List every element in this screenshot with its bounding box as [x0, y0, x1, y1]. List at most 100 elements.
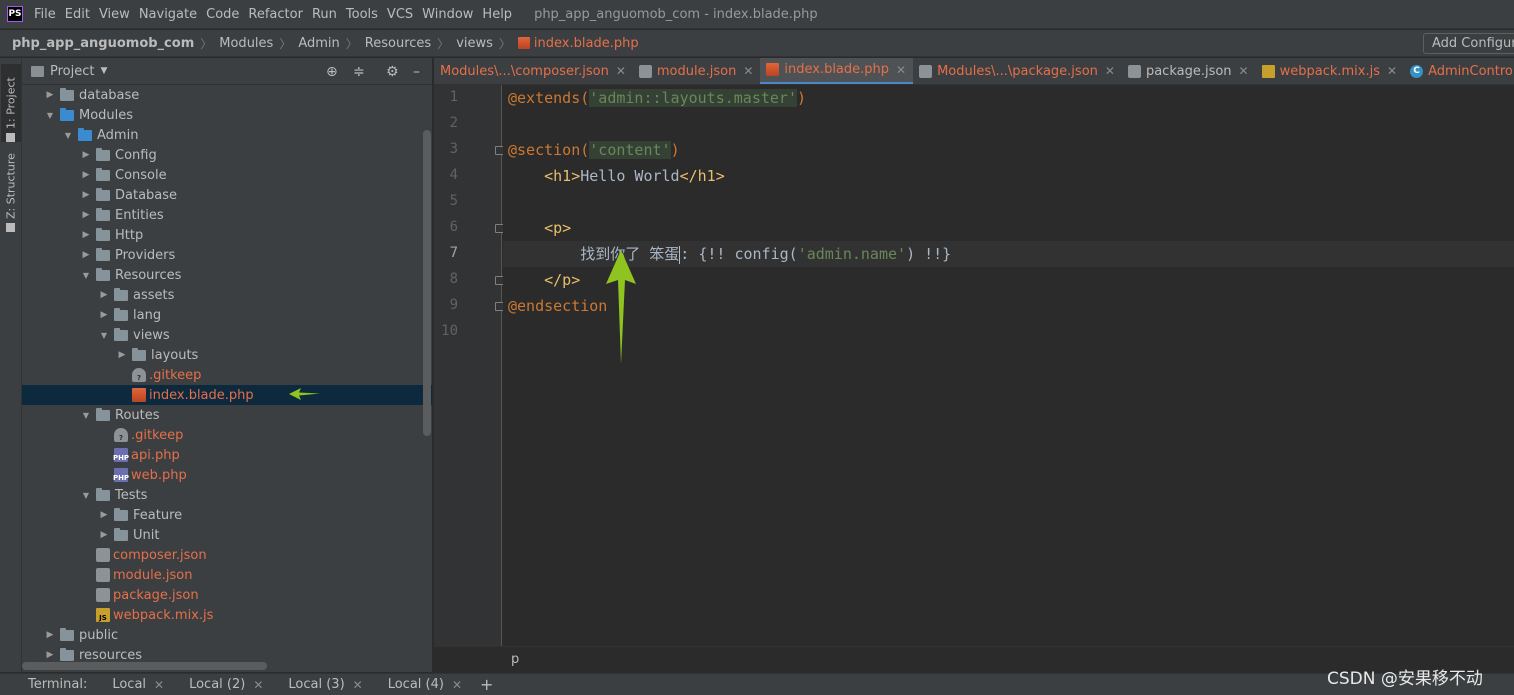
breadcrumb-item[interactable]: Admin — [298, 36, 339, 51]
chevron-down-icon[interactable]: ▼ — [44, 111, 56, 120]
tree-folder[interactable]: ▼ Resources — [22, 265, 432, 285]
project-tool-tab[interactable]: 1: Project — [1, 64, 21, 142]
close-icon[interactable]: ✕ — [616, 64, 626, 78]
breadcrumb-item[interactable]: views — [456, 36, 493, 51]
chevron-right-icon[interactable]: ▶ — [44, 90, 56, 100]
collapse-all-icon[interactable]: ≑ — [353, 64, 365, 80]
tree-folder[interactable]: ▶ Database — [22, 185, 432, 205]
chevron-right-icon[interactable]: ▶ — [80, 190, 92, 200]
editor-tab[interactable]: webpack.mix.js ✕ — [1256, 58, 1404, 84]
tree-folder[interactable]: ▶ lang — [22, 305, 432, 325]
chevron-right-icon[interactable]: ▶ — [80, 210, 92, 220]
breadcrumb-file[interactable]: index.blade.php — [517, 36, 639, 51]
close-icon[interactable]: ✕ — [1105, 64, 1115, 78]
tree-folder[interactable]: ▼ Tests — [22, 485, 432, 505]
tree-file[interactable]: ▶package.json — [22, 585, 432, 605]
editor-tab[interactable]: module.json ✕ — [633, 58, 761, 84]
chevron-right-icon[interactable]: ▶ — [98, 290, 110, 300]
chevron-right-icon[interactable]: ▶ — [80, 250, 92, 260]
breadcrumb-item[interactable]: Resources — [365, 36, 431, 51]
terminal-tab[interactable]: Local (2) ✕ — [189, 677, 263, 692]
close-icon[interactable]: ✕ — [154, 678, 164, 692]
add-configuration-button[interactable]: Add Configuration... — [1423, 33, 1514, 54]
tree-folder[interactable]: ▶ Entities — [22, 205, 432, 225]
tree-folder[interactable]: ▶ layouts — [22, 345, 432, 365]
tree-folder[interactable]: ▶ Providers — [22, 245, 432, 265]
tree-folder[interactable]: ▼ views — [22, 325, 432, 345]
breadcrumb-item[interactable]: Modules — [219, 36, 273, 51]
tree-file[interactable]: ▶?.gitkeep — [22, 365, 432, 385]
tree-folder[interactable]: ▶ Console — [22, 165, 432, 185]
code-editor[interactable]: @extends('admin::layouts.master') @sectio… — [503, 85, 1514, 646]
tree-folder[interactable]: ▶ assets — [22, 285, 432, 305]
chevron-right-icon[interactable]: ▶ — [44, 630, 56, 640]
chevron-right-icon[interactable]: ▶ — [44, 650, 56, 660]
editor-tab[interactable]: Modules\...\composer.json ✕ — [434, 58, 633, 84]
chevron-down-icon[interactable]: ▼ — [62, 131, 74, 140]
tree-folder[interactable]: ▼ Routes — [22, 405, 432, 425]
hide-panel-icon[interactable]: – — [413, 64, 420, 80]
terminal-tab[interactable]: Local (4) ✕ — [388, 677, 462, 692]
close-icon[interactable]: ✕ — [1239, 64, 1249, 78]
tree-folder[interactable]: ▶ Unit — [22, 525, 432, 545]
locate-file-icon[interactable]: ⊕ — [326, 64, 338, 80]
chevron-right-icon[interactable]: ▶ — [80, 230, 92, 240]
close-icon[interactable]: ✕ — [896, 63, 906, 77]
close-icon[interactable]: ✕ — [253, 678, 263, 692]
chevron-right-icon[interactable]: ▶ — [116, 350, 128, 360]
close-icon[interactable]: ✕ — [1387, 64, 1397, 78]
tree-file[interactable]: ▶PHPweb.php — [22, 465, 432, 485]
menu-vcs[interactable]: VCS — [387, 7, 413, 22]
new-terminal-button[interactable]: + — [480, 675, 493, 694]
tree-folder[interactable]: ▶ Http — [22, 225, 432, 245]
tree-folder[interactable]: ▶ Config — [22, 145, 432, 165]
close-icon[interactable]: ✕ — [452, 678, 462, 692]
structure-tool-tab[interactable]: Z: Structure — [1, 150, 21, 232]
chevron-right-icon[interactable]: ▶ — [98, 510, 110, 520]
tree-folder[interactable]: ▶ Feature — [22, 505, 432, 525]
tree-file[interactable]: ▶module.json — [22, 565, 432, 585]
tree-folder[interactable]: ▼ Admin — [22, 125, 432, 145]
terminal-tab[interactable]: Local ✕ — [112, 677, 164, 692]
menu-window[interactable]: Window — [422, 7, 473, 22]
tree-folder[interactable]: ▼ Modules — [22, 105, 432, 125]
terminal-tab[interactable]: Local (3) ✕ — [288, 677, 362, 692]
menu-edit[interactable]: Edit — [65, 7, 90, 22]
chevron-right-icon[interactable]: ▶ — [98, 530, 110, 540]
editor-tab[interactable]: package.json ✕ — [1122, 58, 1256, 84]
vertical-scrollbar[interactable] — [423, 130, 431, 436]
chevron-right-icon[interactable]: ▶ — [98, 310, 110, 320]
editor-breadcrumb-item[interactable]: p — [511, 652, 519, 667]
close-icon[interactable]: ✕ — [353, 678, 363, 692]
tree-file[interactable]: ▶index.blade.php — [22, 385, 432, 405]
tree-file[interactable]: ▶composer.json — [22, 545, 432, 565]
tree-file[interactable]: ▶JSwebpack.mix.js — [22, 605, 432, 625]
menu-refactor[interactable]: Refactor — [248, 7, 303, 22]
breadcrumb-item[interactable]: php_app_anguomob_com — [12, 36, 194, 51]
tree-folder[interactable]: ▶ database — [22, 85, 432, 105]
chevron-down-icon[interactable]: ▼ — [80, 271, 92, 280]
chevron-down-icon[interactable]: ▼ — [80, 411, 92, 420]
chevron-down-icon[interactable]: ▼ — [80, 491, 92, 500]
editor-tab[interactable]: index.blade.php ✕ — [760, 58, 914, 84]
tree-folder[interactable]: ▶ public — [22, 625, 432, 645]
menu-file[interactable]: File — [34, 7, 56, 22]
gear-icon[interactable]: ⚙ — [386, 64, 399, 80]
menu-navigate[interactable]: Navigate — [139, 7, 197, 22]
chevron-right-icon[interactable]: ▶ — [80, 170, 92, 180]
editor-tab[interactable]: C AdminController.php — [1404, 58, 1514, 84]
menu-tools[interactable]: Tools — [346, 7, 378, 22]
menu-help[interactable]: Help — [482, 7, 512, 22]
chevron-down-icon[interactable]: ▼ — [100, 66, 107, 76]
menu-code[interactable]: Code — [206, 7, 239, 22]
chevron-right-icon[interactable]: ▶ — [80, 150, 92, 160]
menu-run[interactable]: Run — [312, 7, 337, 22]
chevron-down-icon[interactable]: ▼ — [98, 331, 110, 340]
project-view-selector[interactable]: Project — [50, 64, 94, 79]
close-icon[interactable]: ✕ — [743, 64, 753, 78]
tree-file[interactable]: ▶PHPapi.php — [22, 445, 432, 465]
menu-view[interactable]: View — [99, 7, 130, 22]
horizontal-scrollbar[interactable] — [22, 662, 267, 670]
editor-tab[interactable]: Modules\...\package.json ✕ — [913, 58, 1122, 84]
tree-file[interactable]: ▶?.gitkeep — [22, 425, 432, 445]
